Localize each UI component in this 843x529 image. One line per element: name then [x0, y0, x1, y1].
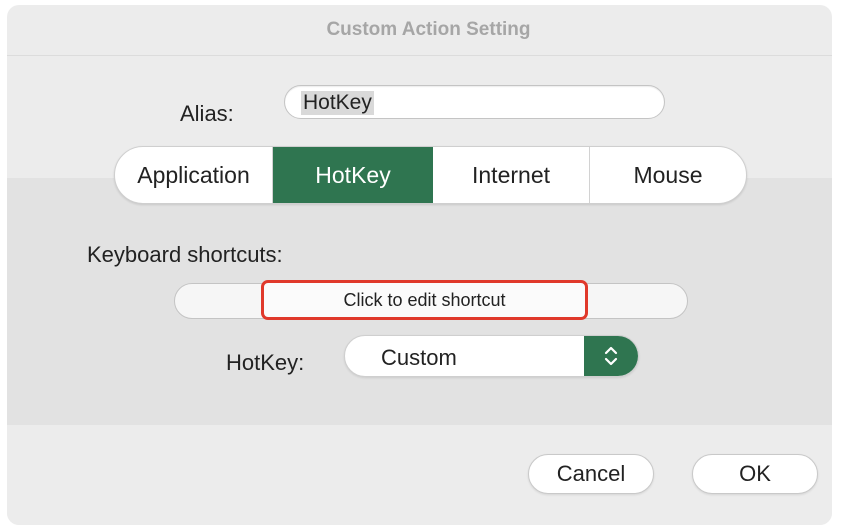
dialog-title: Custom Action Setting	[326, 19, 531, 40]
tab-internet[interactable]: Internet	[433, 147, 590, 203]
ok-button-label: OK	[739, 461, 771, 486]
hotkey-label: HotKey:	[226, 350, 305, 375]
up-down-chevron-icon[interactable]	[584, 336, 638, 376]
edit-shortcut-button[interactable]: Click to edit shortcut	[261, 280, 588, 320]
hotkey-popup-value: Custom	[381, 345, 457, 370]
title-bar: Custom Action Setting	[7, 5, 832, 56]
tab-application[interactable]: Application	[115, 147, 273, 203]
edit-shortcut-label: Click to edit shortcut	[343, 289, 506, 310]
tab-hotkey-label: HotKey	[315, 161, 391, 188]
tab-hotkey[interactable]: HotKey	[273, 147, 433, 203]
ok-button[interactable]: OK	[692, 454, 818, 494]
alias-label: Alias:	[180, 101, 234, 126]
action-type-segmented-control: Application HotKey Internet Mouse	[114, 146, 747, 204]
alias-input[interactable]: HotKey	[284, 85, 665, 119]
hotkey-popup-button[interactable]: Custom	[344, 335, 639, 377]
alias-input-value: HotKey	[301, 91, 374, 115]
cancel-button-label: Cancel	[556, 461, 626, 486]
cancel-button[interactable]: Cancel	[528, 454, 654, 494]
tab-internet-label: Internet	[472, 161, 550, 188]
keyboard-shortcuts-label: Keyboard shortcuts:	[87, 242, 283, 267]
tab-application-label: Application	[137, 161, 250, 188]
tab-mouse[interactable]: Mouse	[590, 147, 746, 203]
tab-mouse-label: Mouse	[633, 161, 703, 188]
custom-action-dialog: Custom Action Setting Alias: HotKey Appl…	[7, 5, 832, 525]
